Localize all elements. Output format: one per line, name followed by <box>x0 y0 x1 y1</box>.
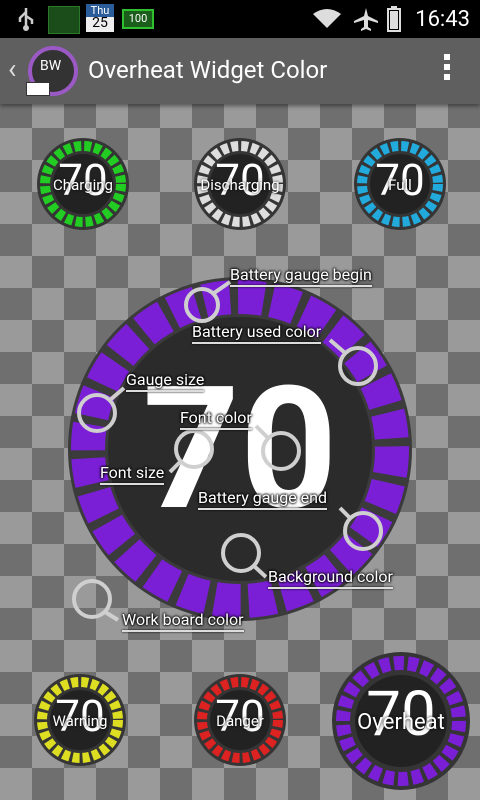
label-work-board-color: Work board color <box>122 610 244 632</box>
handle-font-color[interactable] <box>261 431 301 471</box>
gauge-warning-label: Warning <box>52 712 108 730</box>
label-font-color: Font color <box>180 408 252 430</box>
label-background-color: Background color <box>268 567 393 589</box>
handle-battery-gauge-begin[interactable] <box>184 287 220 323</box>
label-battery-gauge-begin: Battery gauge begin <box>230 265 372 287</box>
handle-gauge-size[interactable] <box>77 393 117 433</box>
label-font-size: Font size <box>100 463 165 485</box>
handle-battery-gauge-end[interactable] <box>343 511 383 551</box>
handle-font-size[interactable] <box>174 429 214 469</box>
handle-battery-used-color[interactable] <box>338 346 378 386</box>
handle-background-color[interactable] <box>221 533 261 573</box>
label-gauge-size: Gauge size <box>126 370 205 392</box>
widget-overheat[interactable]: 70 Overheat <box>330 650 472 792</box>
widget-danger[interactable]: 70 Danger <box>192 672 288 768</box>
gauge-overheat-label: Overheat <box>357 710 445 735</box>
handle-work-board-color[interactable] <box>72 579 112 619</box>
label-battery-used-color: Battery used color <box>192 322 322 344</box>
gauge-danger-label: Danger <box>216 712 264 730</box>
widget-warning[interactable]: 70 Warning <box>32 672 128 768</box>
label-battery-gauge-end: Battery gauge end <box>198 488 328 510</box>
